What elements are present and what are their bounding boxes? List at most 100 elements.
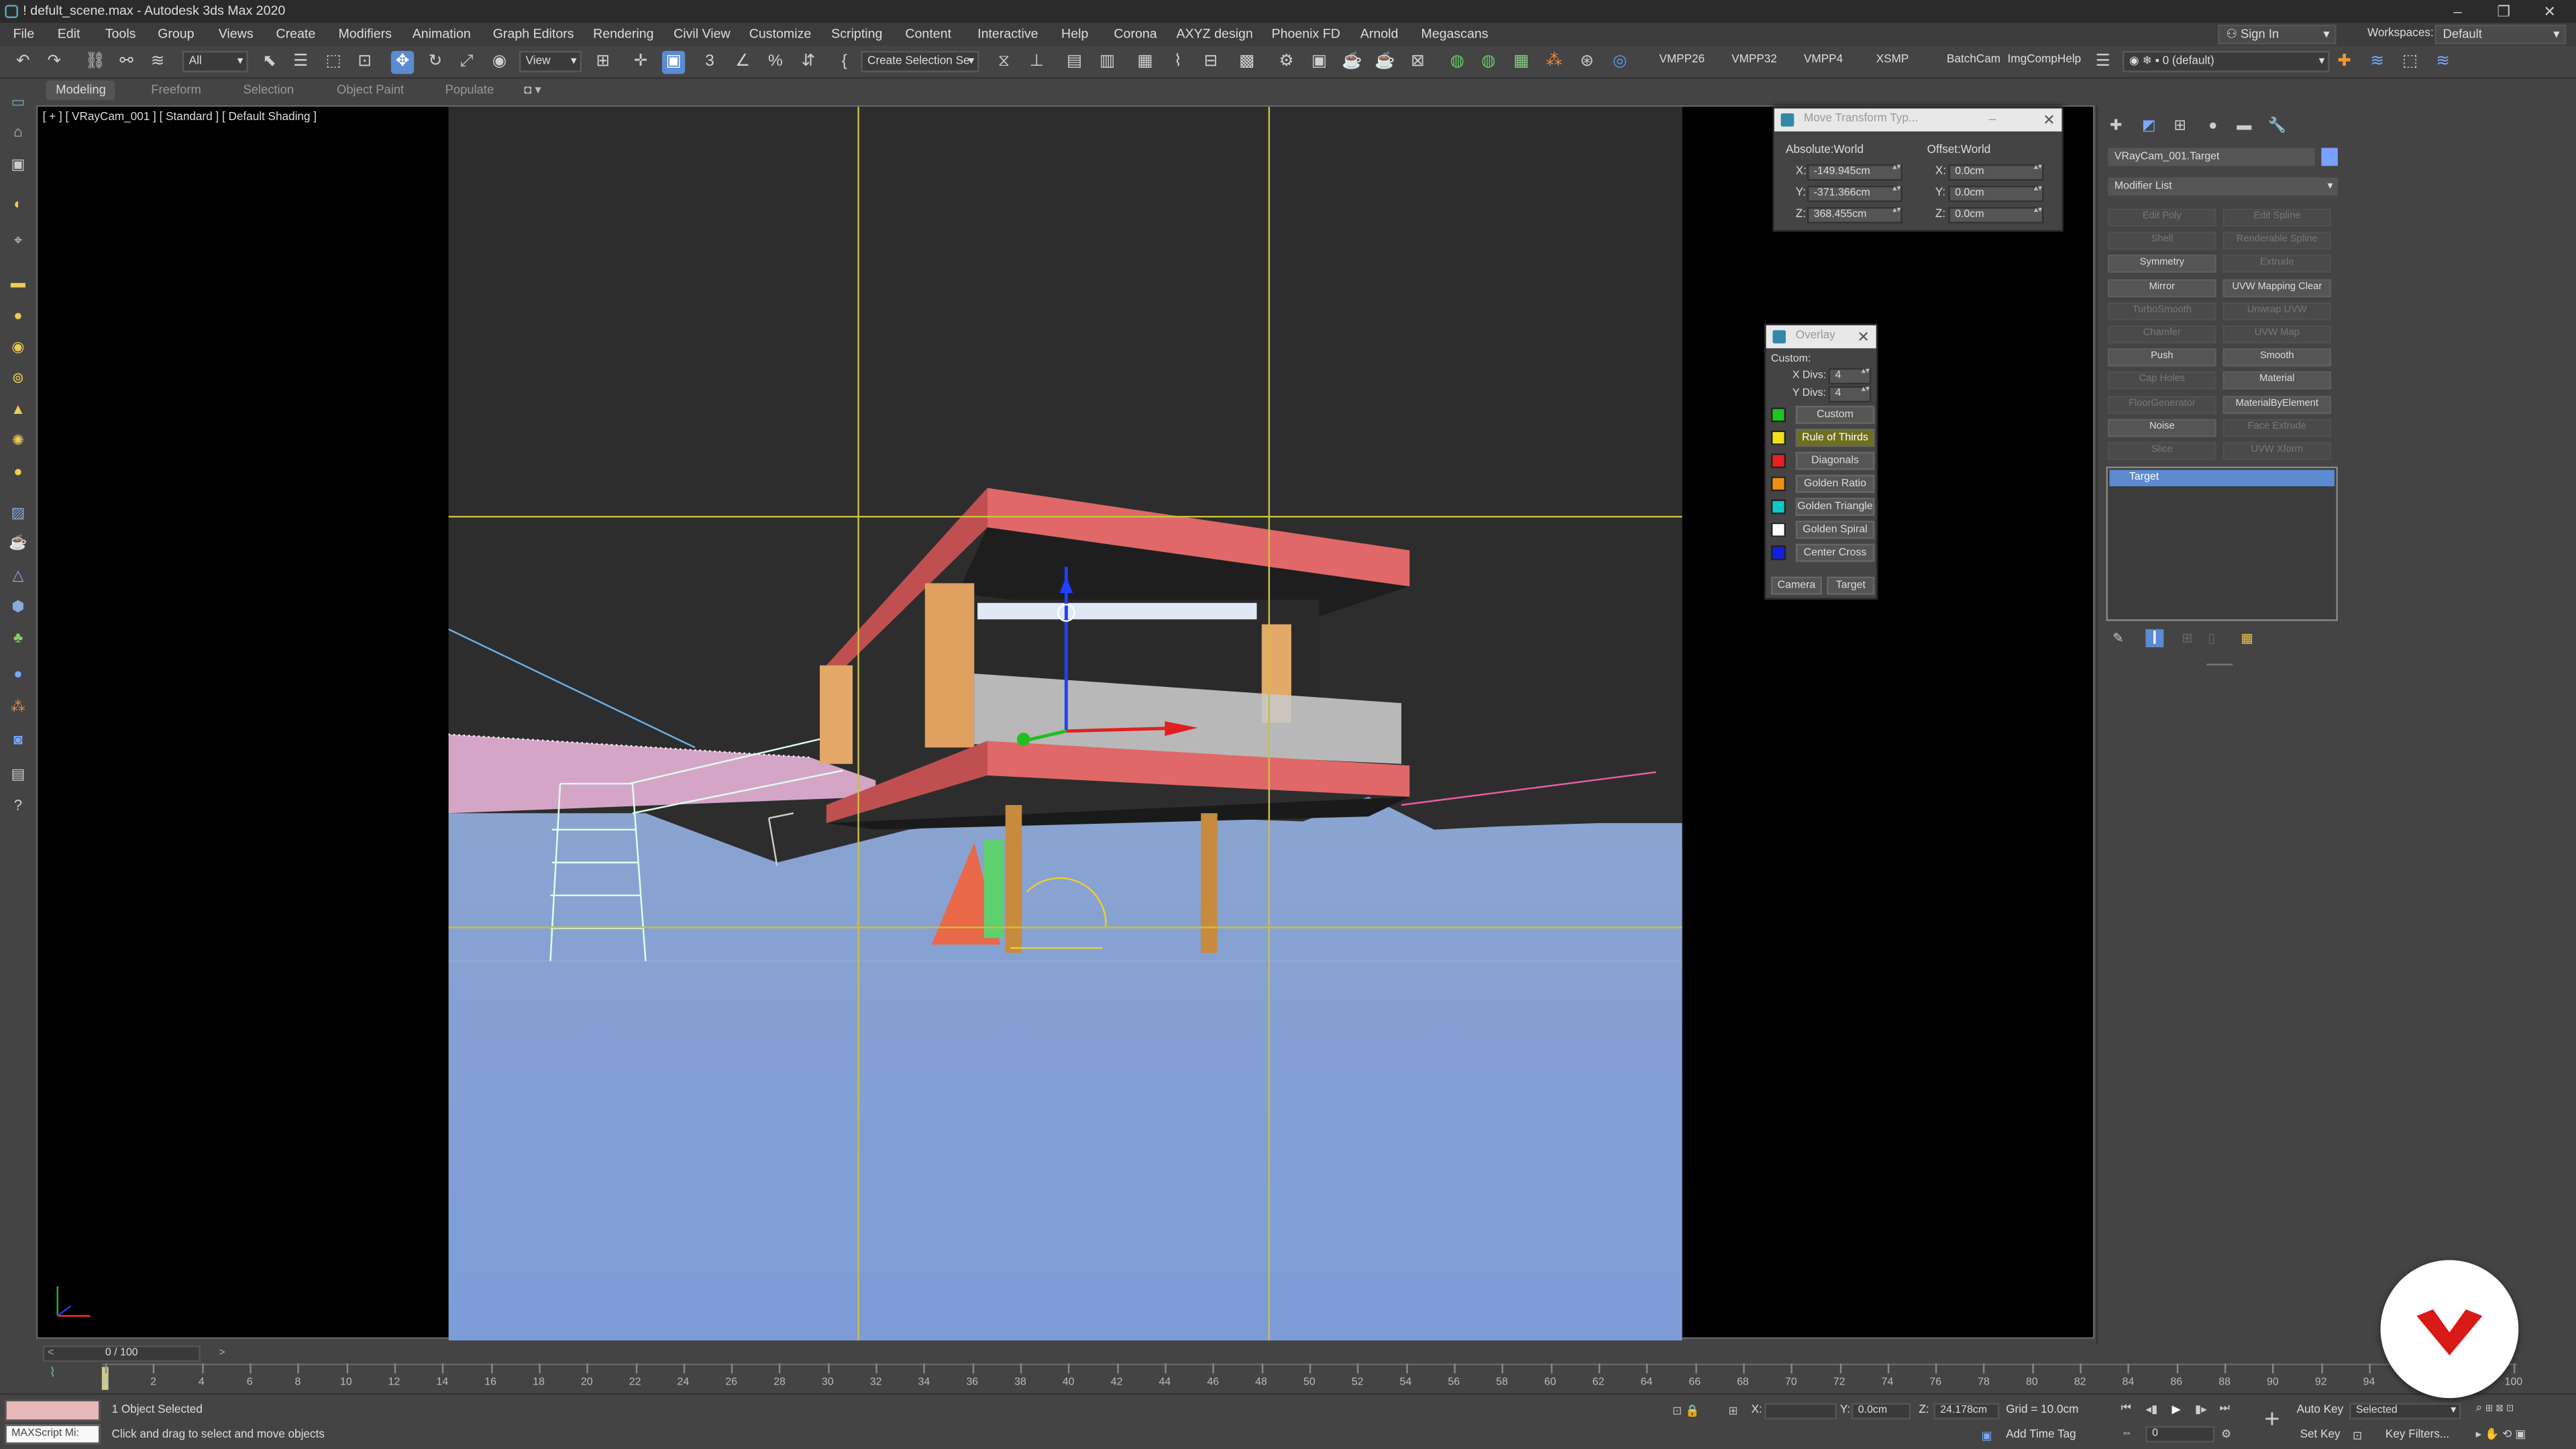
modifier-button[interactable]: Renderable Spline bbox=[2222, 231, 2332, 250]
display-tab-icon[interactable]: ▬ bbox=[2233, 115, 2255, 134]
imgcomphelp-button[interactable]: ImgCompHelp bbox=[2008, 54, 2082, 66]
auto-key-button[interactable]: Auto Key bbox=[2297, 1405, 2344, 1416]
workspaces-dropdown[interactable]: Default ▾ bbox=[2434, 24, 2567, 45]
isolate-selection-icon[interactable]: ⊡ 🔒 bbox=[1672, 1405, 1699, 1417]
modifier-button[interactable]: Smooth bbox=[2222, 348, 2332, 367]
window-crossing-button[interactable]: ⊡ bbox=[354, 51, 376, 74]
xdivs-spinner[interactable]: 4 bbox=[1828, 368, 1872, 385]
menu-graph-editors[interactable]: Graph Editors bbox=[493, 23, 574, 46]
overlay-color-swatch[interactable] bbox=[1771, 453, 1786, 468]
menu-civil-view[interactable]: Civil View bbox=[674, 23, 731, 46]
move-dialog-titlebar[interactable]: Move Transform Typ... – ✕ bbox=[1774, 108, 2062, 131]
modifier-button[interactable]: FloorGenerator bbox=[2108, 395, 2216, 414]
cone-icon[interactable]: ▲ bbox=[7, 399, 30, 419]
modifier-button[interactable]: Slice bbox=[2108, 441, 2216, 460]
undo-button[interactable]: ↶ bbox=[11, 51, 34, 74]
abs-x-spinner[interactable]: -149.945cm bbox=[1807, 164, 1902, 181]
menu-customize[interactable]: Customize bbox=[749, 23, 812, 46]
move-transform-dialog[interactable]: Move Transform Typ... – ✕ Absolute:World… bbox=[1772, 107, 2063, 232]
pan-icon[interactable]: ⌂ bbox=[7, 121, 30, 141]
key-mode-icon[interactable]: ⇔ bbox=[2121, 1428, 2133, 1439]
cylinder-icon[interactable]: ◉ bbox=[7, 337, 30, 356]
abs-y-spinner[interactable]: -371.366cm bbox=[1807, 185, 1902, 203]
select-by-name-button[interactable]: ☰ bbox=[289, 51, 312, 74]
render-region-button[interactable]: ⊠ bbox=[1406, 51, 1429, 74]
tab-selection[interactable]: Selection bbox=[243, 80, 294, 100]
plane-icon[interactable]: ▨ bbox=[7, 502, 30, 522]
goto-end-icon[interactable]: ⏭ bbox=[2220, 1403, 2230, 1416]
add-time-tag-button[interactable]: Add Time Tag bbox=[2006, 1430, 2076, 1441]
modifier-button[interactable]: Material bbox=[2222, 372, 2332, 390]
menu-modifiers[interactable]: Modifiers bbox=[338, 23, 391, 46]
modifier-list-dropdown[interactable]: Modifier List ▾ bbox=[2108, 177, 2338, 196]
play-icon[interactable]: ▶ bbox=[2172, 1403, 2181, 1416]
selection-filter-dropdown[interactable]: All ▾ bbox=[182, 50, 248, 72]
overlay-option-button[interactable]: Rule of Thirds bbox=[1795, 429, 1875, 447]
layer-properties-button[interactable]: ≋ bbox=[2431, 51, 2454, 74]
absolute-mode-icon[interactable]: ⊞ bbox=[1728, 1405, 1737, 1417]
curve-editor-mini-icon[interactable]: ⌇ bbox=[49, 1365, 56, 1380]
select-and-move-button[interactable]: ✥ bbox=[390, 50, 415, 74]
menu-animation[interactable]: Animation bbox=[413, 23, 471, 46]
overlay-option-button[interactable]: Golden Spiral bbox=[1795, 521, 1875, 539]
overlay-dialog[interactable]: Overlay ✕ Custom: X Divs: 4 Y Divs: 4 Cu… bbox=[1764, 323, 1878, 600]
sun-icon[interactable]: ✺ bbox=[7, 431, 30, 450]
qr-tool-button[interactable]: ◎ bbox=[1609, 51, 1631, 74]
modifier-button[interactable]: Symmetry bbox=[2108, 255, 2216, 274]
overlay-option-button[interactable]: Golden Triangle bbox=[1795, 498, 1875, 516]
menu-create[interactable]: Create bbox=[276, 23, 315, 46]
viewport-label[interactable]: [ + ] [ VRayCam_001 ] [ Standard ] [ Def… bbox=[43, 112, 317, 123]
vray-render-button[interactable]: ◍ bbox=[1446, 51, 1468, 74]
menu-content[interactable]: Content bbox=[905, 23, 951, 46]
menu-group[interactable]: Group bbox=[158, 23, 194, 46]
modifier-button[interactable]: Edit Spline bbox=[2222, 209, 2332, 227]
select-and-scale-button[interactable]: ⤢ bbox=[455, 51, 478, 74]
link-button[interactable]: ⛓ bbox=[84, 51, 107, 74]
overlay-color-swatch[interactable] bbox=[1771, 476, 1786, 492]
script-icon[interactable]: ◙ bbox=[7, 729, 30, 749]
modifier-button[interactable]: Push bbox=[2108, 348, 2216, 367]
maxscript-mini-listener[interactable]: MAXScript Mi: bbox=[5, 1424, 101, 1444]
pivot-center-button[interactable]: ⊞ bbox=[592, 51, 614, 74]
menu-file[interactable]: File bbox=[13, 23, 35, 46]
overlay-color-swatch[interactable] bbox=[1771, 407, 1786, 423]
curve-editor-button[interactable]: ⌇ bbox=[1167, 51, 1189, 74]
camera-viewport[interactable]: [ + ] [ VRayCam_001 ] [ Standard ] [ Def… bbox=[36, 105, 2095, 1341]
menu-edit[interactable]: Edit bbox=[58, 23, 80, 46]
close-icon[interactable]: ✕ bbox=[2043, 109, 2055, 131]
overlay-color-swatch[interactable] bbox=[1771, 522, 1786, 537]
overlay-dialog-titlebar[interactable]: Overlay ✕ bbox=[1766, 325, 1876, 349]
geosphere-icon[interactable]: ● bbox=[7, 462, 30, 481]
stack-item-target[interactable]: Target bbox=[2109, 470, 2335, 486]
foliage-icon[interactable]: ♣ bbox=[7, 628, 30, 647]
add-to-layer-button[interactable]: ≋ bbox=[2366, 51, 2389, 74]
time-config-icon[interactable]: ⚙ bbox=[2221, 1428, 2231, 1441]
make-unique-icon[interactable]: ⊞ bbox=[2182, 631, 2192, 645]
keyboard-shortcut-toggle[interactable]: ▣ bbox=[661, 50, 686, 74]
modifier-button[interactable]: Noise bbox=[2108, 418, 2216, 437]
place-button[interactable]: ◉ bbox=[488, 51, 511, 74]
pan-view-icon[interactable]: ▸ ✋ ⟲ ▣ bbox=[2476, 1428, 2526, 1441]
z-coord-field[interactable]: 24.178cm bbox=[1933, 1403, 2000, 1419]
create-tab-icon[interactable]: ✚ bbox=[2104, 115, 2127, 134]
maxscript-listener-pink[interactable] bbox=[5, 1399, 101, 1421]
percent-snap-toggle[interactable]: % bbox=[764, 51, 787, 74]
unlink-button[interactable]: ⚯ bbox=[115, 51, 138, 74]
toggle-scene-explorer-button[interactable]: ▤ bbox=[1063, 51, 1085, 74]
modifier-button[interactable]: Unwrap UVW bbox=[2222, 302, 2332, 321]
overlay-option-button[interactable]: Diagonals bbox=[1795, 451, 1875, 470]
render-iterative-button[interactable]: ☕ bbox=[1373, 51, 1396, 74]
tab-populate[interactable]: Populate bbox=[445, 80, 494, 100]
timeline[interactable]: < 0 / 100 > ⌇ 0 2 4 6 8 10 12 14 16 18 20 22 24 26 28 3… bbox=[36, 1344, 2534, 1393]
menu-scripting[interactable]: Scripting bbox=[831, 23, 882, 46]
menu-views[interactable]: Views bbox=[219, 23, 254, 46]
modifier-button[interactable]: TurboSmooth bbox=[2108, 302, 2216, 321]
hedra-icon[interactable]: ⬢ bbox=[7, 596, 30, 616]
motion-tab-icon[interactable]: ● bbox=[2202, 115, 2224, 134]
hierarchy-tab-icon[interactable]: ⊞ bbox=[2169, 115, 2192, 134]
tab-object-paint[interactable]: Object Paint bbox=[337, 80, 404, 100]
overlay-option-button[interactable]: Golden Ratio bbox=[1795, 474, 1875, 493]
layer-dropdown[interactable]: ◉ ❄ ▪ 0 (default) ▾ bbox=[2123, 50, 2330, 72]
ydivs-spinner[interactable]: 4 bbox=[1828, 386, 1872, 403]
prev-frame-icon[interactable]: ◂▮ bbox=[2145, 1403, 2157, 1416]
